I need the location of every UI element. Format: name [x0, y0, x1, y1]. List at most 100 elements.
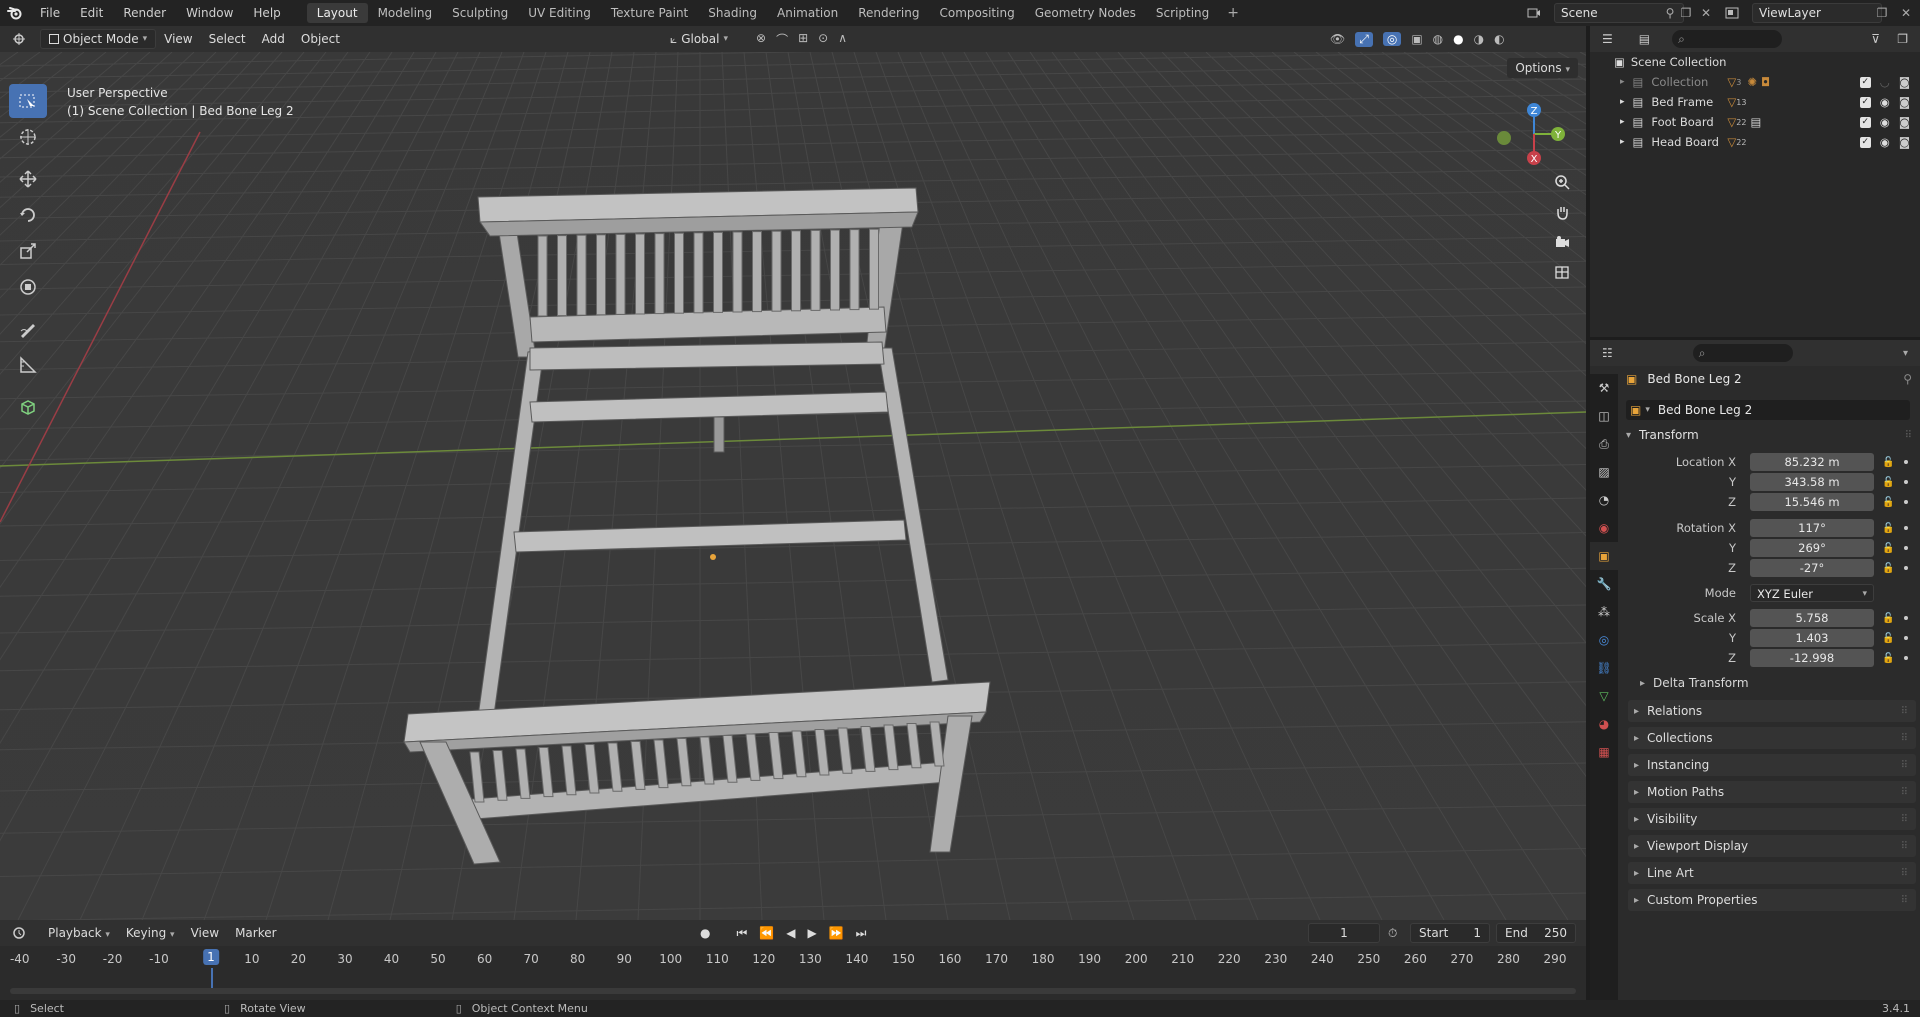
camera-view-icon[interactable]	[1548, 228, 1576, 256]
outliner-row-foot-board[interactable]: ▸ ▤ Foot Board ▽ 22 ▤ ✓ ◉ ◙	[1590, 112, 1920, 132]
transform-tool[interactable]	[9, 270, 47, 304]
keyframe-dot-icon[interactable]	[1904, 566, 1908, 570]
tab-rendering[interactable]: Rendering	[848, 3, 929, 23]
keyframe-dot-icon[interactable]	[1904, 616, 1908, 620]
tab-animation[interactable]: Animation	[767, 3, 848, 23]
drag-grip-icon[interactable]: ⠿	[1901, 760, 1908, 771]
editor-type-icon[interactable]	[0, 32, 40, 46]
panel-relations[interactable]: ▸ Relations ⠿	[1628, 700, 1916, 722]
3d-viewport[interactable]: User Perspective (1) Scene Collection | …	[0, 52, 1586, 920]
tab-uv-editing[interactable]: UV Editing	[518, 3, 601, 23]
next-keyframe-icon[interactable]: ⏩	[829, 926, 844, 940]
drag-grip-icon[interactable]: ⠿	[1905, 430, 1912, 441]
outliner-editor-icon[interactable]: ☰	[1602, 32, 1613, 46]
render-camera-icon[interactable]: ◙	[1899, 135, 1910, 149]
keyframe-dot-icon[interactable]	[1904, 500, 1908, 504]
add-cube-tool[interactable]	[9, 390, 47, 424]
shading-solid-icon[interactable]: ●	[1453, 32, 1463, 46]
outliner-row-scene-collection[interactable]: ▣ Scene Collection	[1590, 52, 1920, 72]
move-tool[interactable]	[9, 162, 47, 196]
measure-tool[interactable]	[9, 348, 47, 382]
outliner-row-collection[interactable]: ▸ ▤ Collection ▽ 3 ✺ ◘ ✓ ◡ ◙	[1590, 72, 1920, 92]
keyframe-dot-icon[interactable]	[1904, 526, 1908, 530]
tab-texture-paint[interactable]: Texture Paint	[601, 3, 698, 23]
modifier-tab-icon[interactable]: 🔧	[1590, 570, 1618, 598]
menu-keying[interactable]: Keying ▾	[118, 923, 183, 943]
start-frame-field[interactable]: Start 1	[1410, 923, 1490, 943]
new-view-layer-icon[interactable]: ❐	[1872, 3, 1892, 23]
lock-icon[interactable]: 🔓	[1882, 653, 1894, 664]
shading-wireframe-icon[interactable]: ◍	[1433, 32, 1443, 46]
scale-z-field[interactable]: -12.998	[1750, 649, 1874, 667]
menu-file[interactable]: File	[30, 0, 70, 26]
outliner-row-head-board[interactable]: ▸ ▤ Head Board ▽ 22 ✓ ◉ ◙	[1590, 132, 1920, 152]
hidden-eye-icon[interactable]: ◡	[1880, 75, 1890, 89]
menu-window[interactable]: Window	[176, 0, 243, 26]
menu-view[interactable]: View	[156, 29, 200, 49]
lock-icon[interactable]: 🔓	[1882, 563, 1894, 574]
physics-tab-icon[interactable]: ◎	[1590, 626, 1618, 654]
record-icon[interactable]: ●	[700, 926, 710, 940]
view-layer-tab-icon[interactable]: ▨	[1590, 458, 1618, 486]
prev-keyframe-icon[interactable]: ⏪	[759, 926, 774, 940]
location-x-field[interactable]: 85.232 m	[1750, 453, 1874, 471]
panel-visibility[interactable]: ▸ Visibility ⠿	[1628, 808, 1916, 830]
snap-icon[interactable]: ⌒	[776, 31, 788, 48]
eye-icon[interactable]: ◉	[1880, 115, 1890, 129]
timeline-editor-icon[interactable]	[0, 926, 40, 940]
navigation-gizmo[interactable]: Z Y X	[1490, 94, 1570, 174]
lock-icon[interactable]: 🔓	[1882, 543, 1894, 554]
outliner-row-bed-frame[interactable]: ▸ ▤ Bed Frame ▽ 13 ✓ ◉ ◙	[1590, 92, 1920, 112]
object-name-field[interactable]: ▣ ▾ Bed Bone Leg 2	[1626, 400, 1910, 420]
delete-scene-icon[interactable]: ✕	[1696, 3, 1716, 23]
output-tab-icon[interactable]: ⎙	[1590, 430, 1618, 458]
visibility-icon[interactable]: 👁	[1330, 32, 1345, 46]
gizmo-toggle-icon[interactable]: ⤢	[1355, 31, 1373, 47]
new-collection-icon[interactable]: ❐	[1897, 32, 1908, 46]
current-frame-marker[interactable]: 1	[203, 949, 219, 965]
tab-compositing[interactable]: Compositing	[929, 3, 1024, 23]
play-icon[interactable]: ▶	[807, 926, 816, 940]
location-y-field[interactable]: 343.58 m	[1750, 473, 1874, 491]
lock-icon[interactable]: 🔓	[1882, 523, 1894, 534]
new-scene-icon[interactable]: ❐	[1676, 3, 1696, 23]
shading-rendered-icon[interactable]: ◐	[1494, 32, 1504, 46]
menu-playback[interactable]: Playback ▾	[40, 923, 118, 943]
render-camera-icon[interactable]: ◙	[1899, 95, 1910, 109]
keyframe-dot-icon[interactable]	[1904, 460, 1908, 464]
drag-grip-icon[interactable]: ⠿	[1901, 814, 1908, 825]
constraints-tab-icon[interactable]: ⛓	[1590, 654, 1618, 682]
scale-y-field[interactable]: 1.403	[1750, 629, 1874, 647]
tool-tab-icon[interactable]: ⚒	[1590, 374, 1618, 402]
menu-object[interactable]: Object	[293, 29, 348, 49]
pivot-icon[interactable]: ⊗	[756, 31, 766, 48]
data-tab-icon[interactable]: ▽	[1590, 682, 1618, 710]
rotation-y-field[interactable]: 269°	[1750, 539, 1874, 557]
jump-end-icon[interactable]: ⏭	[856, 926, 867, 941]
location-z-field[interactable]: 15.546 m	[1750, 493, 1874, 511]
menu-render[interactable]: Render	[113, 0, 176, 26]
lock-icon[interactable]: 🔓	[1882, 613, 1894, 624]
keyframe-dot-icon[interactable]	[1904, 636, 1908, 640]
lock-icon[interactable]: 🔓	[1882, 457, 1894, 468]
blender-logo-icon[interactable]	[0, 0, 30, 26]
panel-custom-properties[interactable]: ▸ Custom Properties ⠿	[1628, 889, 1916, 911]
pin-icon[interactable]: ⚲	[1903, 372, 1912, 386]
transform-panel-header[interactable]: ▾ Transform	[1626, 428, 1699, 442]
eye-icon[interactable]: ◉	[1880, 135, 1890, 149]
eye-icon[interactable]: ◉	[1880, 95, 1890, 109]
drag-grip-icon[interactable]: ⠿	[1901, 733, 1908, 744]
play-reverse-icon[interactable]: ◀	[786, 926, 795, 940]
options-button[interactable]: Options ▾	[1507, 58, 1578, 78]
panel-instancing[interactable]: ▸ Instancing ⠿	[1628, 754, 1916, 776]
orientation-dropdown[interactable]: ⟀ Global ▾	[670, 32, 728, 47]
ortho-grid-icon[interactable]	[1548, 258, 1576, 286]
expand-arrow-icon[interactable]: ▸	[1620, 97, 1625, 107]
exclude-checkbox[interactable]: ✓	[1859, 116, 1871, 128]
menu-marker[interactable]: Marker	[227, 923, 284, 943]
cursor-tool[interactable]	[9, 120, 47, 154]
jump-start-icon[interactable]: ⏮	[736, 926, 747, 941]
tab-shading[interactable]: Shading	[698, 3, 767, 23]
timeline-ruler[interactable]: -40 -30 -20 -10 1 10 20 30 40 50 60 70 80 90 100 110 120…	[0, 946, 1586, 1000]
tab-sculpting[interactable]: Sculpting	[442, 3, 518, 23]
